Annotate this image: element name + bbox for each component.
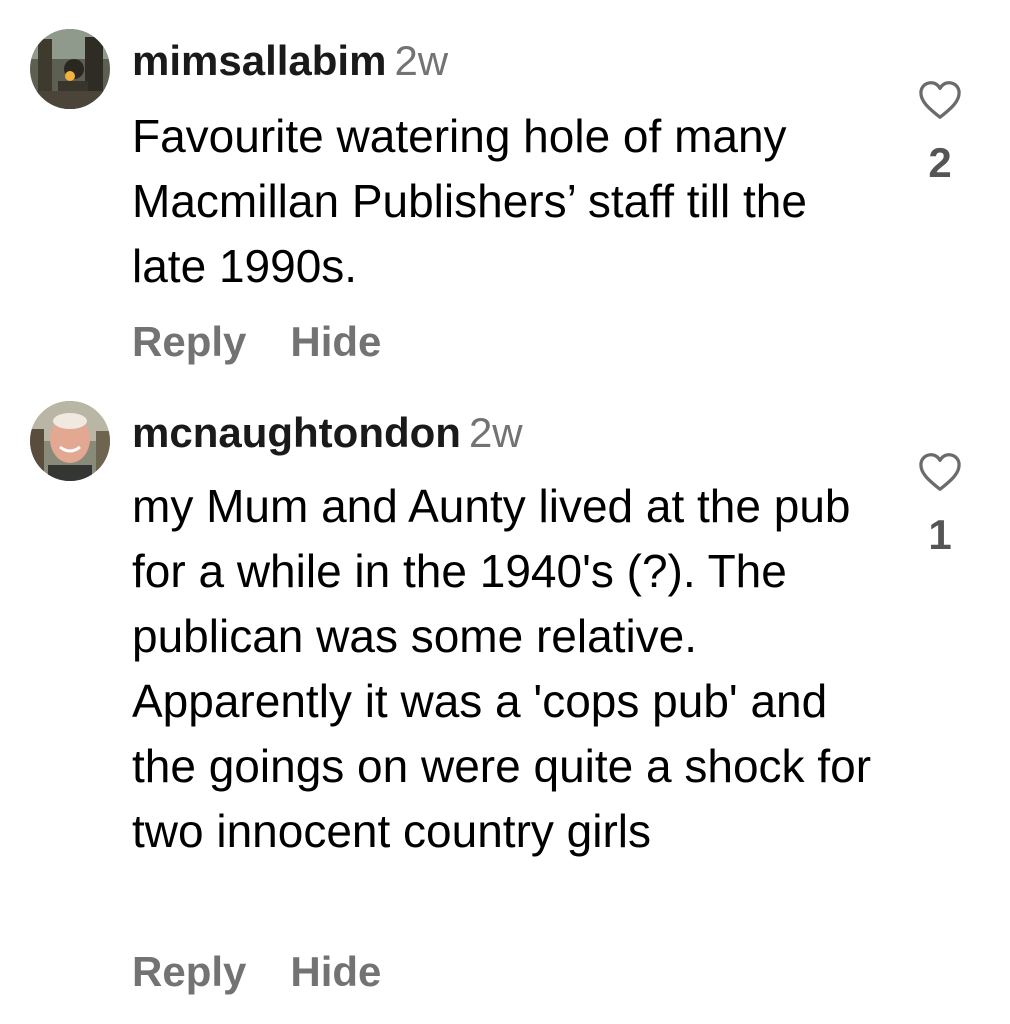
comment-header: mcnaughtondon 2w [132,408,523,458]
avatar[interactable] [30,29,110,109]
comment-actions: Reply Hide [132,948,381,996]
avatar[interactable] [30,401,110,481]
comment-text: my Mum and Aunty lived at the pub for a … [132,480,872,857]
heart-outline-icon[interactable] [912,80,968,120]
reply-button[interactable]: Reply [132,948,246,995]
like-control: 1 [912,452,968,560]
like-count: 1 [928,511,952,558]
comment-header: mimsallabim 2w [132,36,448,86]
heart-outline-icon[interactable] [912,452,968,492]
username[interactable]: mcnaughtondon [132,409,461,456]
timestamp: 2w [468,409,523,456]
hide-button[interactable]: Hide [290,318,381,365]
like-control: 2 [912,80,968,188]
comment-item: mcnaughtondon 2w my Mum and Aunty lived a… [0,380,1010,1024]
comment-actions: Reply Hide [132,318,381,366]
hide-button[interactable]: Hide [290,948,381,995]
reply-button[interactable]: Reply [132,318,246,365]
username[interactable]: mimsallabim [132,37,386,84]
comment-text: Favourite watering hole of many Macmilla… [132,110,807,292]
timestamp: 2w [394,37,449,84]
like-count: 2 [928,139,952,186]
comment-item: mimsallabim 2w Favourite watering hole of… [0,0,1010,380]
